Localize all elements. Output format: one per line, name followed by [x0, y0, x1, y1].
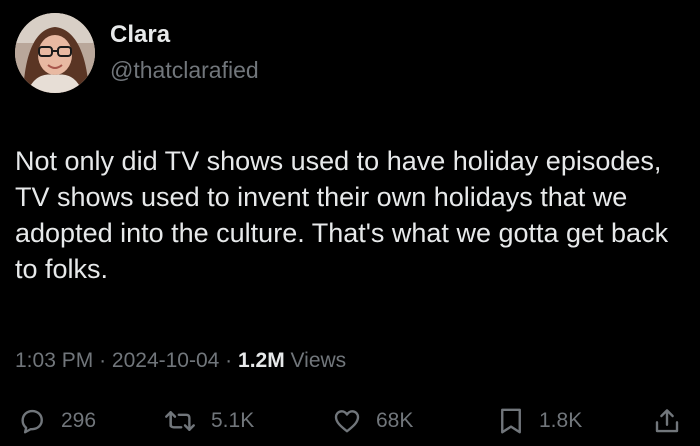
retweet-count: 5.1K — [211, 409, 255, 432]
meta-separator: · — [225, 349, 233, 372]
bookmark-icon — [501, 408, 521, 434]
profile-photo-icon — [15, 13, 95, 93]
bookmark-button[interactable]: 1.8K — [497, 404, 582, 438]
like-count: 68K — [376, 409, 414, 432]
author-name[interactable]: Clara — [110, 21, 170, 49]
views-count: 1.2M — [238, 349, 285, 372]
reply-icon — [21, 409, 43, 434]
author-handle[interactable]: @thatclarafied — [110, 57, 259, 84]
reply-count: 296 — [61, 409, 97, 432]
retweet-button[interactable]: 5.1K — [163, 404, 254, 438]
share-button[interactable] — [652, 404, 682, 438]
action-bar: 296 5.1K 68K 1.8K — [17, 404, 687, 438]
bookmark-count: 1.8K — [539, 409, 583, 432]
reply-button[interactable]: 296 — [17, 404, 96, 438]
heart-icon — [334, 410, 360, 433]
views-label: Views — [290, 349, 347, 372]
tweet-meta: 1:03 PM · 2024-10-04 · 1.2M Views — [15, 349, 346, 373]
meta-separator: · — [99, 349, 107, 372]
tweet-time[interactable]: 1:03 PM — [15, 349, 93, 372]
tweet-date[interactable]: 2024-10-04 — [112, 349, 219, 372]
tweet-text: Not only did TV shows used to have holid… — [15, 146, 669, 284]
share-icon — [655, 409, 679, 433]
retweet-icon — [165, 411, 195, 431]
like-button[interactable]: 68K — [332, 404, 413, 438]
avatar[interactable] — [15, 13, 95, 93]
